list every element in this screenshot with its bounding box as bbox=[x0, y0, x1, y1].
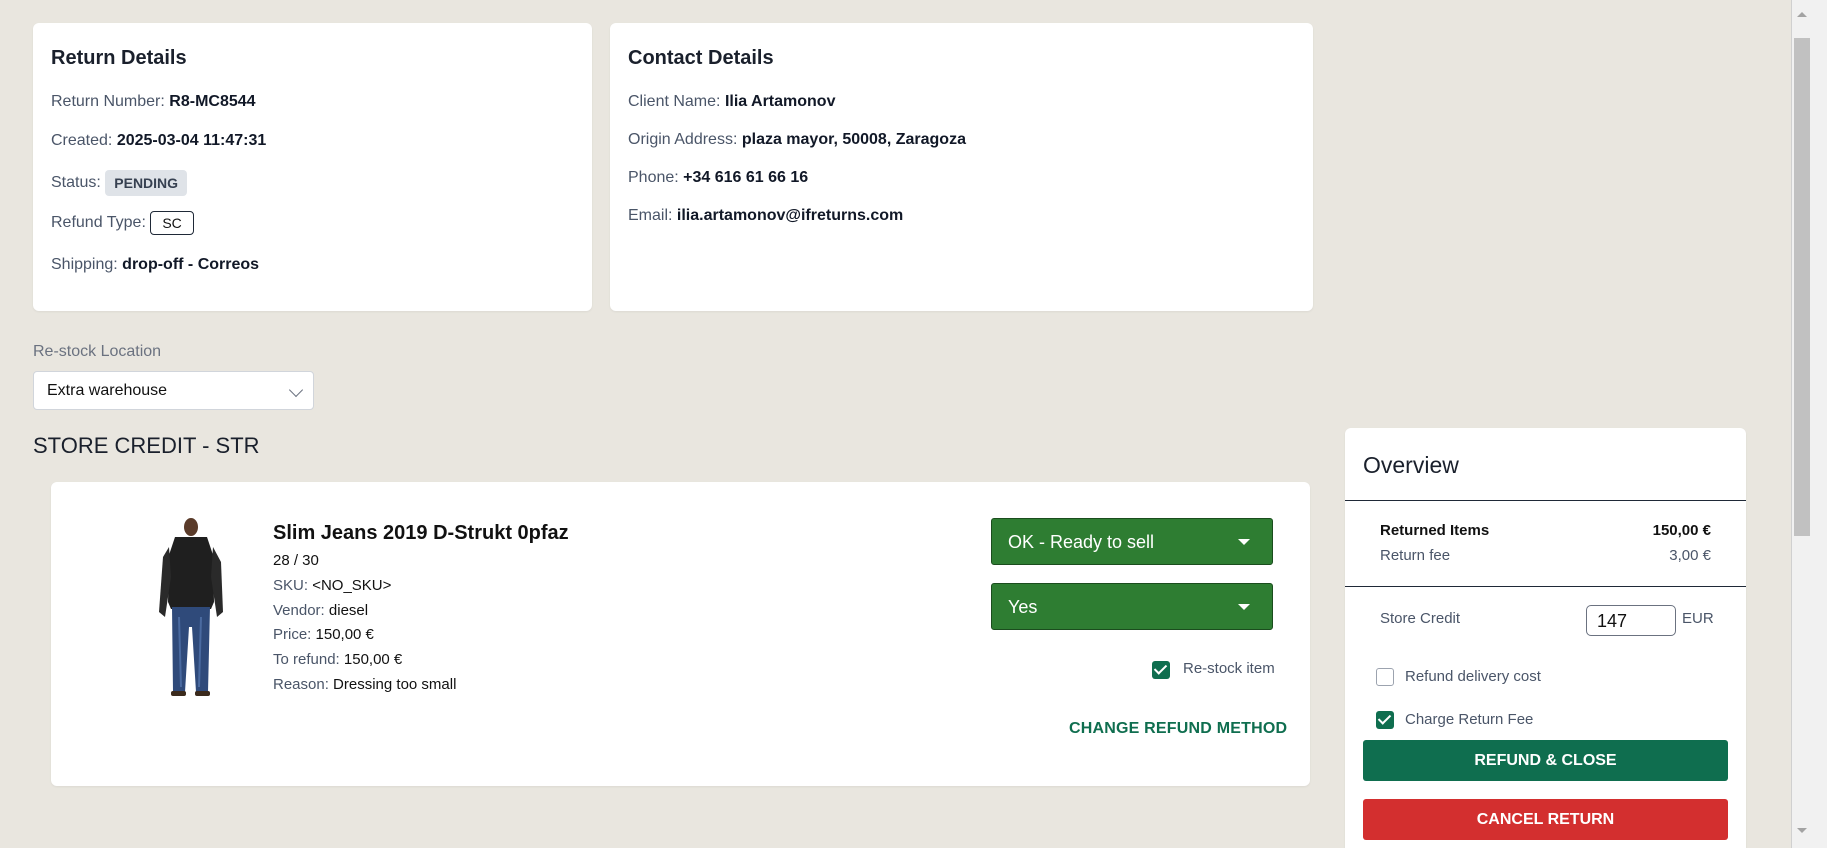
caret-down-icon bbox=[1238, 604, 1250, 610]
overview-divider bbox=[1345, 500, 1746, 501]
phone-label: Phone: bbox=[628, 169, 679, 186]
shipping-label: Shipping: bbox=[51, 256, 118, 273]
return-fee-label: Return fee bbox=[1380, 547, 1451, 564]
return-item-card: Slim Jeans 2019 D-Strukt 0pfaz 28 / 30 S… bbox=[51, 482, 1310, 786]
item-vendor-value: diesel bbox=[328, 602, 369, 619]
returned-items-value: 150,00 € bbox=[1652, 522, 1711, 539]
item-to-refund: To refund: 150,00 € bbox=[273, 651, 402, 668]
returned-items-label: Returned Items bbox=[1380, 522, 1490, 539]
item-condition-value: OK - Ready to sell bbox=[1008, 532, 1155, 552]
restock-location-label: Re-stock Location bbox=[33, 343, 162, 360]
item-variant: 28 / 30 bbox=[273, 552, 319, 569]
item-title: Slim Jeans 2019 D-Strukt 0pfaz bbox=[273, 522, 569, 544]
restock-location-value: Extra warehouse bbox=[47, 382, 168, 399]
charge-return-fee-label: Charge Return Fee bbox=[1405, 711, 1534, 728]
item-reason: Reason: Dressing too small bbox=[273, 676, 456, 693]
return-number-value: R8-MC8544 bbox=[169, 93, 256, 110]
return-number-row: Return Number: R8-MC8544 bbox=[51, 93, 256, 111]
refund-type-label: Refund Type: bbox=[51, 214, 146, 232]
item-to-refund-label: To refund: bbox=[273, 651, 340, 668]
created-label: Created: bbox=[51, 132, 113, 149]
contact-details-title: Contact Details bbox=[628, 47, 774, 69]
item-price-label: Price: bbox=[273, 626, 312, 643]
overview-card: Overview Returned Items 150,00 € Return … bbox=[1345, 428, 1746, 848]
product-image bbox=[159, 518, 223, 696]
created-value: 2025-03-04 11:47:31 bbox=[116, 132, 267, 149]
section-title: STORE CREDIT - STR bbox=[33, 433, 260, 458]
refund-delivery-label: Refund delivery cost bbox=[1405, 668, 1541, 685]
status-badge: PENDING bbox=[105, 170, 188, 196]
item-to-refund-value: 150,00 € bbox=[343, 651, 403, 668]
origin-address-label: Origin Address: bbox=[628, 131, 738, 148]
cancel-return-button[interactable]: CANCEL RETURN bbox=[1363, 799, 1728, 840]
origin-address-row: Origin Address: plaza mayor, 50008, Zara… bbox=[628, 131, 966, 149]
overview-divider bbox=[1345, 586, 1746, 587]
status-label: Status: bbox=[51, 174, 101, 192]
restock-item-label: Re-stock item bbox=[1183, 660, 1275, 677]
origin-address-value: plaza mayor, 50008, Zaragoza bbox=[741, 131, 966, 148]
caret-down-icon bbox=[1238, 539, 1250, 545]
item-vendor-label: Vendor: bbox=[273, 602, 325, 619]
item-reason-label: Reason: bbox=[273, 676, 329, 693]
refund-delivery-checkbox[interactable] bbox=[1376, 668, 1394, 686]
status-row: Status: PENDING bbox=[51, 170, 188, 196]
item-accept-value: Yes bbox=[1008, 597, 1038, 617]
phone-value: +34 616 61 66 16 bbox=[683, 169, 809, 186]
item-price: Price: 150,00 € bbox=[273, 626, 374, 643]
restock-item-checkbox[interactable] bbox=[1152, 661, 1170, 679]
charge-return-fee-checkbox[interactable] bbox=[1376, 711, 1394, 729]
return-details-title: Return Details bbox=[51, 47, 187, 69]
item-reason-value: Dressing too small bbox=[333, 676, 457, 693]
item-variant-value: 28 / 30 bbox=[273, 552, 319, 569]
client-name-label: Client Name: bbox=[628, 93, 721, 110]
store-credit-currency: EUR bbox=[1682, 610, 1714, 627]
scroll-down-icon[interactable] bbox=[1797, 828, 1807, 833]
page-scrollbar[interactable] bbox=[1791, 0, 1827, 848]
item-price-value: 150,00 € bbox=[315, 626, 374, 643]
scrollbar-edge bbox=[1791, 0, 1792, 848]
email-row: Email: ilia.artamonov@ifreturns.com bbox=[628, 207, 903, 225]
refund-close-button[interactable]: REFUND & CLOSE bbox=[1363, 740, 1728, 781]
item-sku-value: <NO_SKU> bbox=[312, 577, 392, 594]
restock-location-select[interactable]: Extra warehouse bbox=[33, 371, 314, 410]
return-fee-row: Return fee 3,00 € bbox=[1380, 547, 1711, 564]
refund-type-badge: SC bbox=[150, 211, 194, 235]
item-sku: SKU: <NO_SKU> bbox=[273, 577, 391, 594]
created-row: Created: 2025-03-04 11:47:31 bbox=[51, 132, 266, 150]
store-credit-input[interactable]: 147 bbox=[1586, 605, 1676, 636]
contact-details-card: Contact Details Client Name: Ilia Artamo… bbox=[610, 23, 1313, 311]
client-name-row: Client Name: Ilia Artamonov bbox=[628, 93, 835, 111]
overview-title: Overview bbox=[1363, 452, 1459, 478]
email-label: Email: bbox=[628, 207, 673, 224]
item-vendor: Vendor: diesel bbox=[273, 602, 368, 619]
item-sku-label: SKU: bbox=[273, 577, 309, 594]
scroll-up-icon[interactable] bbox=[1797, 12, 1807, 17]
return-fee-value: 3,00 € bbox=[1669, 547, 1711, 564]
chevron-down-icon bbox=[288, 382, 304, 398]
refund-type-row: Refund Type: SC bbox=[51, 211, 194, 235]
email-value: ilia.artamonov@ifreturns.com bbox=[676, 207, 904, 224]
store-credit-label: Store Credit bbox=[1380, 610, 1461, 627]
shipping-row: Shipping: drop-off - Correos bbox=[51, 256, 259, 274]
item-accept-select[interactable]: Yes bbox=[991, 583, 1273, 630]
item-condition-select[interactable]: OK - Ready to sell bbox=[991, 518, 1273, 565]
return-details-card: Return Details Return Number: R8-MC8544 … bbox=[33, 23, 592, 311]
shipping-value: drop-off - Correos bbox=[122, 256, 260, 273]
scrollbar-thumb[interactable] bbox=[1794, 38, 1810, 536]
phone-row: Phone: +34 616 61 66 16 bbox=[628, 169, 808, 187]
client-name-value: Ilia Artamonov bbox=[724, 93, 836, 110]
return-number-label: Return Number: bbox=[51, 93, 165, 110]
returned-items-row: Returned Items 150,00 € bbox=[1380, 522, 1711, 539]
change-refund-method-button[interactable]: CHANGE REFUND METHOD bbox=[1069, 720, 1287, 738]
